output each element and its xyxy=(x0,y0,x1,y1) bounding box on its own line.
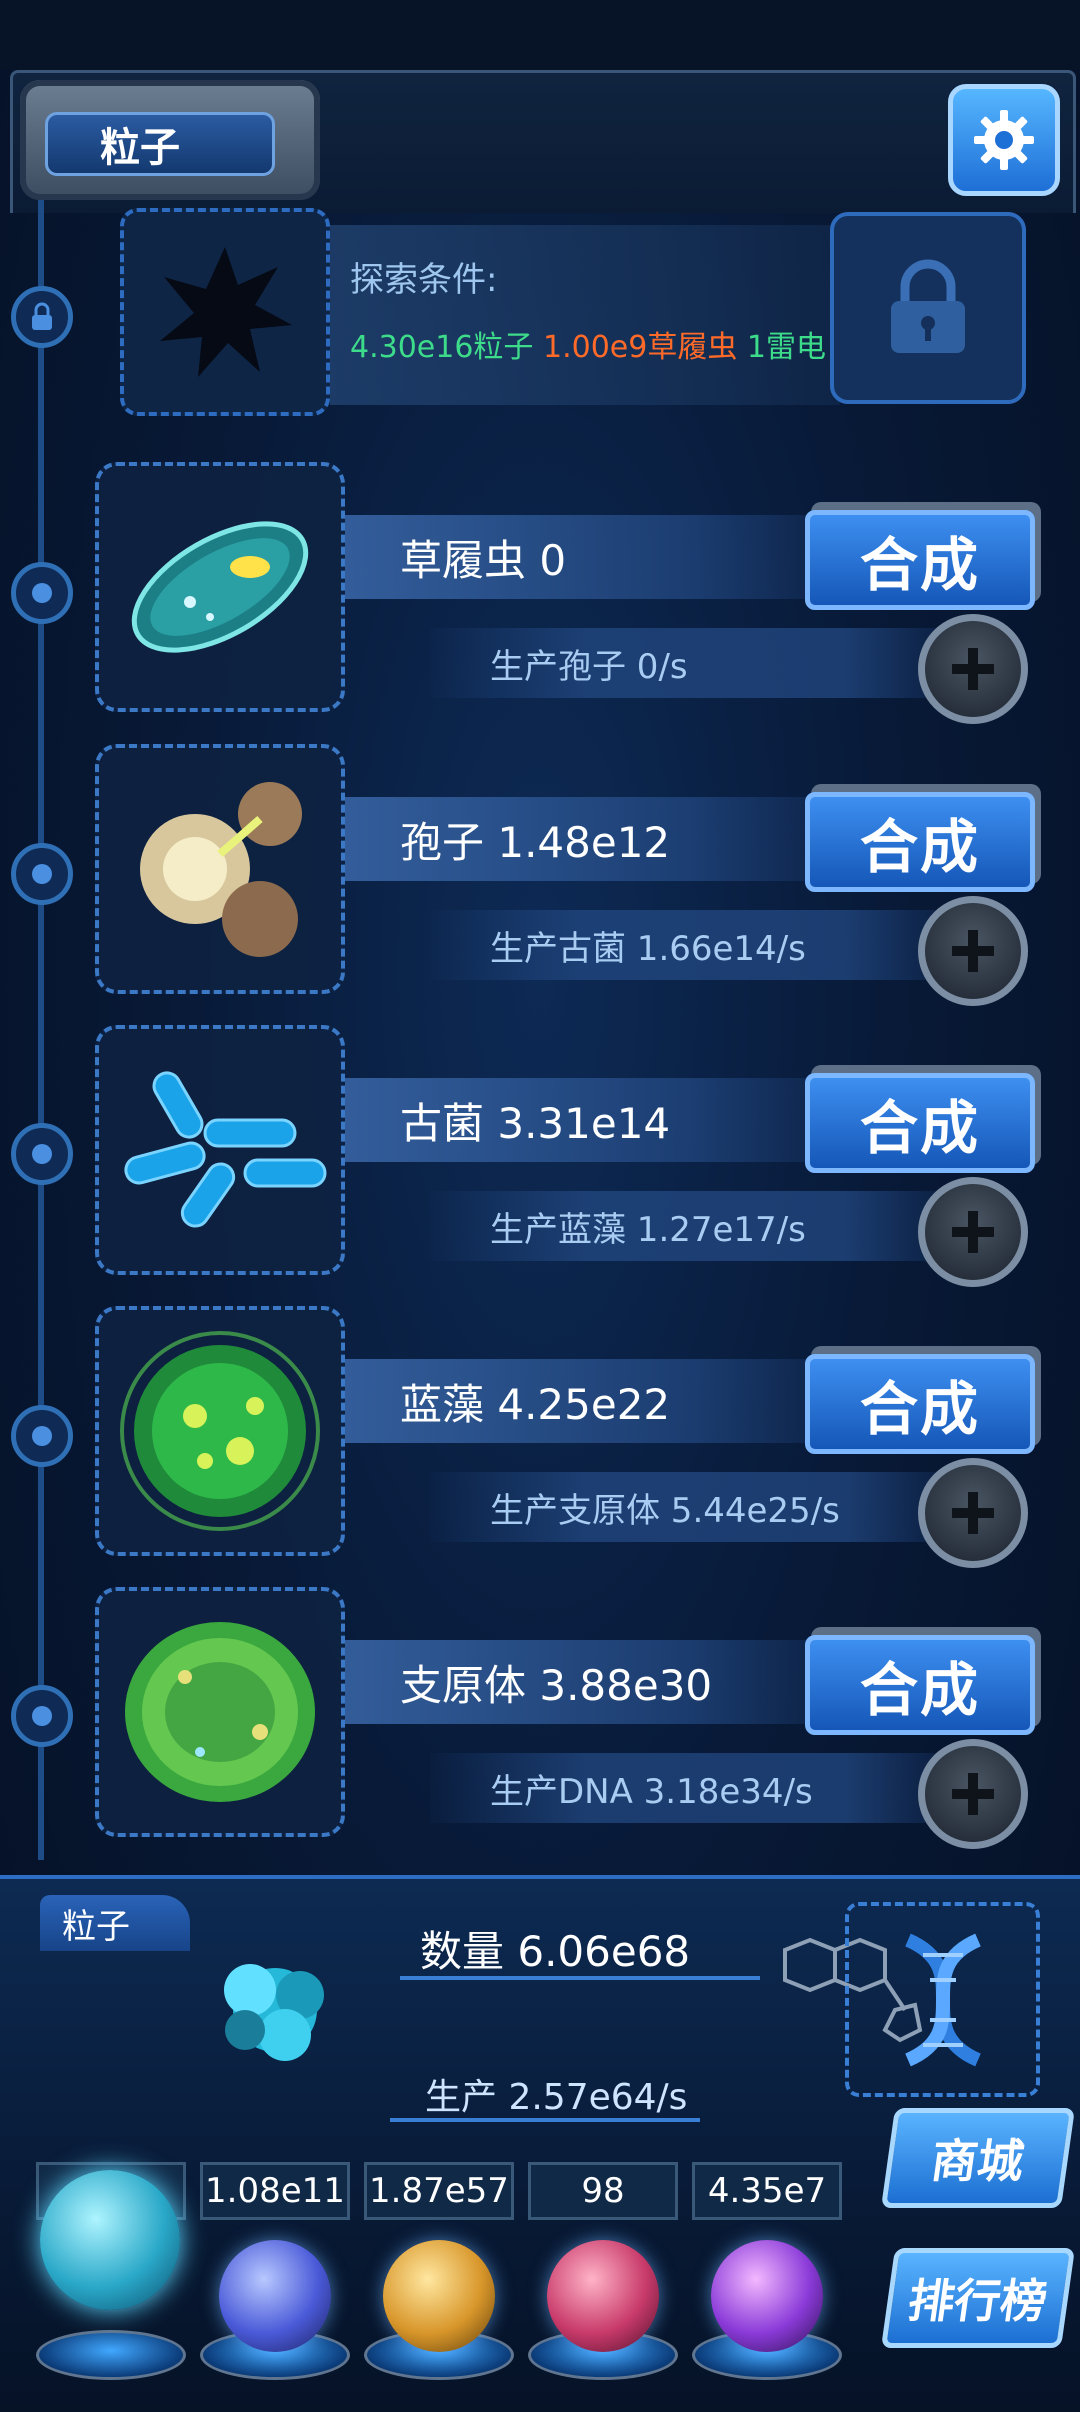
padlock-icon xyxy=(891,259,965,353)
plus-icon xyxy=(952,1211,994,1253)
creature-name-mycoplasma: 支原体 3.88e30 xyxy=(345,1640,845,1724)
plus-icon xyxy=(952,1492,994,1534)
creature-prod-mycoplasma: 生产DNA 3.18e34/s xyxy=(430,1753,950,1823)
lock-icon xyxy=(32,302,52,330)
rail-node xyxy=(11,1685,73,1747)
settings-button[interactable] xyxy=(948,84,1060,196)
thunder-orb-icon[interactable] xyxy=(219,2240,331,2352)
archaea-icon xyxy=(124,1071,327,1228)
creature-name-cyanobacteria: 蓝藻 4.25e22 xyxy=(345,1359,845,1443)
shop-button[interactable]: 商城 xyxy=(880,2108,1076,2208)
creature-name-archaea: 古菌 3.31e14 xyxy=(345,1078,845,1162)
locked-creature-slot xyxy=(120,208,330,416)
creature-slot-spore[interactable] xyxy=(95,744,345,994)
requirement-paramecium: 1.00e9草履虫 xyxy=(542,330,738,365)
creature-slot-mycoplasma[interactable] xyxy=(95,1587,345,1837)
add-button[interactable] xyxy=(918,896,1028,1006)
creature-slot-archaea[interactable] xyxy=(95,1025,345,1275)
rail-node xyxy=(11,562,73,624)
explore-lock-button[interactable] xyxy=(830,212,1026,404)
plus-icon xyxy=(952,930,994,972)
currency-vortex-value: 4.35e7 xyxy=(692,2162,842,2220)
currency-brain-value: 98 xyxy=(528,2162,678,2220)
explore-title: 探索条件: xyxy=(350,260,498,300)
divider-line xyxy=(390,2118,700,2122)
currency-star-value: 1.87e57 xyxy=(364,2162,514,2220)
creature-slot-paramecium[interactable] xyxy=(95,462,345,712)
creature-slot-cyanobacteria[interactable] xyxy=(95,1306,345,1556)
synthesize-button[interactable]: 合成 xyxy=(805,1635,1035,1735)
plus-icon xyxy=(952,1773,994,1815)
synthesize-button[interactable]: 合成 xyxy=(805,1073,1035,1173)
currency-thunder-value: 1.08e11 xyxy=(200,2162,350,2220)
resource-count: 数量 6.06e68 xyxy=(420,1927,691,1976)
dna-slot[interactable] xyxy=(845,1902,1040,2097)
top-bar xyxy=(0,0,1080,70)
rail-node xyxy=(11,1405,73,1467)
cyanobacteria-icon xyxy=(120,1331,320,1531)
vortex-orb-icon[interactable] xyxy=(711,2240,823,2352)
page-title: 粒子 xyxy=(45,112,275,176)
progress-rail xyxy=(38,200,44,1860)
plus-icon xyxy=(952,648,994,690)
star-orb-icon[interactable] xyxy=(383,2240,495,2352)
creature-name-paramecium: 草履虫 0 xyxy=(345,515,845,599)
requirement-thunder: 1雷电 xyxy=(746,330,826,365)
gear-icon xyxy=(974,110,1034,170)
divider-line xyxy=(400,1976,760,1980)
add-button[interactable] xyxy=(918,1177,1028,1287)
creature-prod-archaea: 生产蓝藻 1.27e17/s xyxy=(430,1191,950,1261)
resource-production: 生产 2.57e64/s xyxy=(425,2077,688,2118)
explore-conditions: 4.30e16粒子 1.00e9草履虫 1雷电 xyxy=(350,322,826,366)
resource-tag: 粒子 xyxy=(40,1895,190,1951)
synthesize-button[interactable]: 合成 xyxy=(805,510,1035,610)
rail-node xyxy=(11,1123,73,1185)
creature-prod-paramecium: 生产孢子 0/s xyxy=(430,628,950,698)
rail-node xyxy=(11,843,73,905)
add-button[interactable] xyxy=(918,614,1028,724)
dna-icon xyxy=(904,1933,981,2066)
creature-prod-cyanobacteria: 生产支原体 5.44e25/s xyxy=(430,1472,950,1542)
creature-name-spore: 孢子 1.48e12 xyxy=(345,797,845,881)
orb-pedestal xyxy=(36,2330,186,2380)
mycoplasma-icon xyxy=(125,1622,315,1802)
synthesize-button[interactable]: 合成 xyxy=(805,792,1035,892)
leaderboard-button[interactable]: 排行榜 xyxy=(880,2248,1076,2348)
add-button[interactable] xyxy=(918,1739,1028,1849)
synthesize-button[interactable]: 合成 xyxy=(805,1354,1035,1454)
unknown-creature-icon xyxy=(160,247,292,377)
add-button[interactable] xyxy=(918,1458,1028,1568)
particle-cluster-icon xyxy=(224,1964,324,2061)
paramecium-icon xyxy=(131,521,309,653)
particle-orb-icon[interactable] xyxy=(40,2170,180,2310)
requirement-particles: 4.30e16粒子 xyxy=(350,330,534,365)
brain-orb-icon[interactable] xyxy=(547,2240,659,2352)
creature-prod-spore: 生产古菌 1.66e14/s xyxy=(430,910,950,980)
spore-icon xyxy=(140,782,302,957)
rail-lock-node xyxy=(11,286,73,348)
